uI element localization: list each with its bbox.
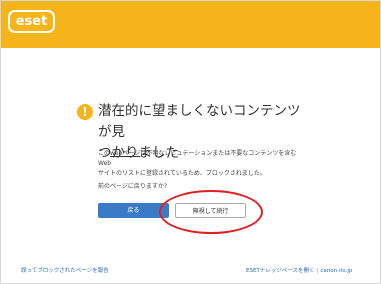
title-line-1: 潜在的に望ましくないコンテンツが見 <box>98 103 301 140</box>
footer-separator: | <box>316 268 319 274</box>
block-description: このwebページは不明なレピュテーションまたは不要なコンテンツを含むWeb サイ… <box>98 149 303 179</box>
knowledge-base-link[interactable]: ESETナレッジベースを開く <box>246 268 315 274</box>
footer-links: ESETナレッジベースを開く | canon-its.jp <box>246 266 352 274</box>
highlight-circle <box>159 190 263 234</box>
webpage-link[interactable]: webページ <box>110 150 140 157</box>
domain-link[interactable]: canon-its.jp <box>320 268 352 274</box>
desc-line-2: サイトのリストに登録されているため、ブロックされました。 <box>98 170 266 177</box>
report-blocked-link[interactable]: 誤ってブロックされたページを報告 <box>21 266 109 274</box>
go-back-question: 前のページに戻りますか? <box>98 183 168 190</box>
eset-logo: eset <box>8 10 55 33</box>
desc-prefix: この <box>98 150 111 157</box>
exclamation-circle-icon: ! <box>77 104 93 120</box>
header-bar: eset <box>1 1 380 48</box>
